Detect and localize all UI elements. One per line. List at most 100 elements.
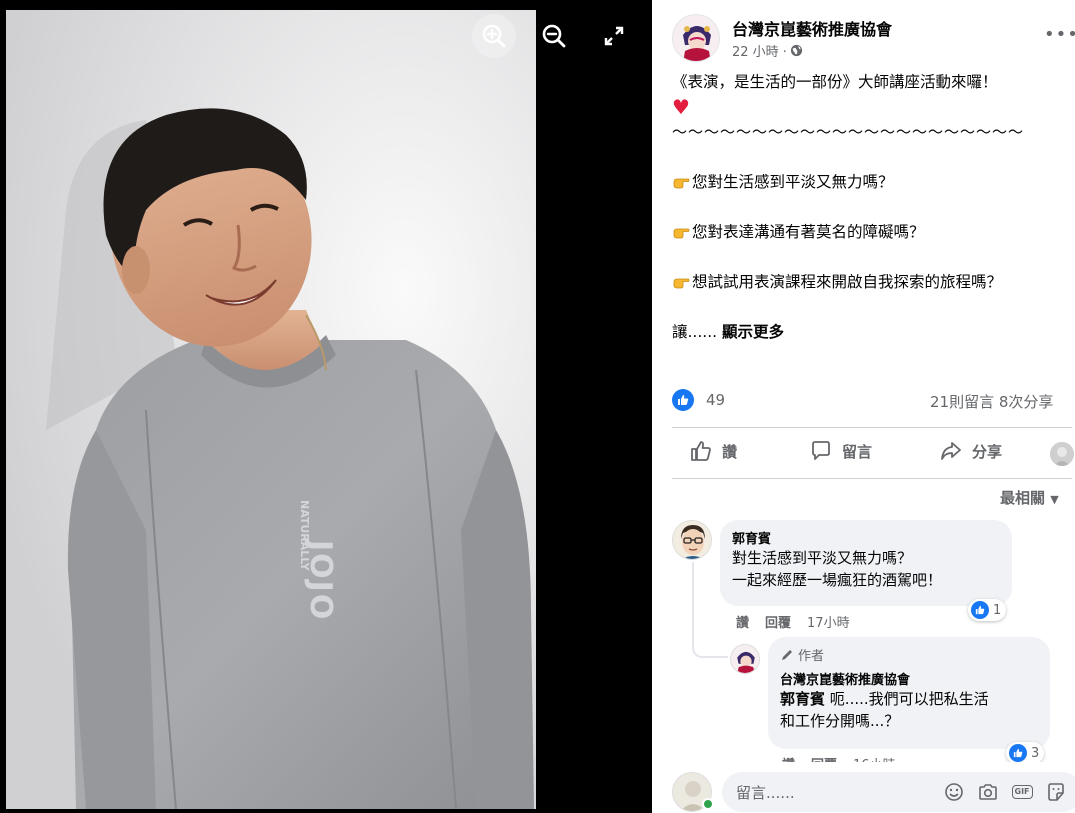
- post-title-line: 《表演，是生活的一部份》大師講座活動來囉！: [672, 73, 998, 91]
- pointing-hand-icon: [673, 278, 690, 289]
- comment-share-counts[interactable]: 21則留言 8次分享: [930, 391, 1053, 412]
- comment-line-2: 一起來經歷一場瘋狂的酒駕吧！: [732, 571, 943, 589]
- like-button[interactable]: 讚: [690, 440, 737, 462]
- comment-reactions[interactable]: 1: [968, 599, 1007, 621]
- reply-reply-link[interactable]: 回覆: [811, 754, 837, 762]
- composer-icons: GIF: [944, 782, 1066, 802]
- comment-actions: 讚 回覆 17小時: [736, 612, 850, 631]
- post-time[interactable]: 22 小時 ·: [732, 41, 787, 60]
- profile-avatar-image: [1050, 442, 1074, 466]
- reply-line-1: 郭育賓 呃.....我們可以把私生活: [780, 688, 1038, 710]
- question-text-3: 想試試用表演課程來開啟自我探索的旅程嗎？: [692, 273, 1003, 291]
- commenter-avatar[interactable]: [672, 520, 712, 560]
- tilde-divider: ～～～～～～～～～～～～～～～～～～～～～～: [672, 123, 1025, 141]
- like-reaction-icon: [971, 601, 989, 619]
- svg-text:JOJO: JOJO: [303, 538, 338, 621]
- reply-time[interactable]: 16小時: [853, 754, 896, 762]
- fullscreen-icon: [604, 26, 624, 46]
- truncated-line: 讓...... 顯示更多: [672, 320, 1072, 345]
- comment-time[interactable]: 17小時: [807, 612, 850, 631]
- reply-reaction-count: 3: [1031, 745, 1040, 761]
- thumbs-up-outline-icon: [691, 441, 711, 461]
- comment-bubble: 郭育賓 對生活感到平淡又無力嗎？ 一起來經歷一場瘋狂的酒駕吧！: [720, 520, 1012, 606]
- opera-avatar-image: [673, 15, 719, 61]
- comment-input-placeholder: 留言......: [736, 784, 795, 802]
- reply-author[interactable]: 台灣京崑藝術推廣協會: [780, 669, 1038, 688]
- page-name[interactable]: 台灣京崑藝術推廣協會: [732, 16, 892, 40]
- emoji-icon[interactable]: [944, 782, 964, 802]
- photo-viewer: NATURALLY JOJO: [0, 0, 652, 813]
- question-text-1: 您對生活感到平淡又無力嗎？: [692, 173, 894, 191]
- zoom-out-button[interactable]: [532, 14, 576, 58]
- comment-sort-dropdown[interactable]: 最相關 ▼: [1000, 487, 1059, 508]
- question-text-2: 您對表達溝通有著莫名的障礙嗎？: [692, 223, 925, 241]
- gif-label: GIF: [1011, 785, 1033, 799]
- comment-line-1: 對生活感到平淡又無力嗎？: [732, 549, 913, 567]
- post-header: 台灣京崑藝術推廣協會 22 小時 · •••: [672, 14, 1075, 62]
- globe-icon: [790, 44, 803, 57]
- pointing-hand-icon: [673, 178, 690, 189]
- author-badge-label: 作者: [798, 649, 825, 664]
- thumbs-up-icon: [678, 395, 689, 405]
- sticker-icon[interactable]: [1046, 782, 1066, 802]
- share-as-avatar[interactable]: [1050, 442, 1074, 466]
- page-avatar[interactable]: [672, 14, 720, 62]
- reply-author-avatar[interactable]: [730, 644, 760, 674]
- caret-down-icon: ▼: [1050, 493, 1059, 506]
- zoom-in-button[interactable]: [472, 14, 516, 58]
- thumbs-up-icon: [1013, 748, 1023, 758]
- photo-portrait: NATURALLY JOJO: [6, 10, 536, 809]
- sort-label: 最相關: [1000, 489, 1046, 507]
- post-actions: 讚 留言 分享: [672, 432, 1075, 476]
- heart-icon: ♥: [672, 95, 690, 119]
- like-count[interactable]: 49: [706, 391, 725, 409]
- comment-input[interactable]: 留言...... GIF: [722, 772, 1075, 812]
- like-reaction-icon: [1009, 744, 1027, 762]
- comment-bubble-icon: [812, 441, 830, 460]
- gif-icon[interactable]: GIF: [1011, 782, 1033, 802]
- reply-like-link[interactable]: 讚: [782, 754, 795, 762]
- author-badge: 作者: [780, 645, 1038, 664]
- comment-reply-link[interactable]: 回覆: [765, 612, 791, 631]
- opera-avatar-image: [731, 645, 759, 673]
- post-panel: 台灣京崑藝術推廣協會 22 小時 · ••• 《表演，是生活的一部份》大師講座活…: [652, 0, 1075, 813]
- reply-actions: 讚 回覆 16小時: [782, 754, 896, 762]
- comment-composer: 留言...... GIF: [672, 770, 1075, 813]
- zoom-in-icon: [482, 24, 506, 48]
- online-status-dot: [702, 798, 714, 810]
- question-line-2: 您對表達溝通有著莫名的障礙嗎？: [672, 220, 1072, 245]
- comment-like-link[interactable]: 讚: [736, 612, 749, 631]
- divider: [672, 427, 1072, 428]
- question-line-3: 想試試用表演課程來開啟自我探索的旅程嗎？: [672, 270, 1072, 295]
- pointing-hand-icon: [673, 228, 690, 239]
- post-meta: 22 小時 ·: [732, 41, 803, 60]
- like-reaction-icon[interactable]: [672, 389, 694, 411]
- camera-icon[interactable]: [978, 782, 998, 802]
- comment-button-label: 留言: [842, 442, 873, 461]
- reply-text-1: 呃.....我們可以把私生活: [829, 690, 989, 708]
- divider: [672, 478, 1072, 479]
- thread-connector: [692, 562, 728, 658]
- reply-bubble: 作者 台灣京崑藝術推廣協會 郭育賓 呃.....我們可以把私生活 和工作分開嗎.…: [768, 637, 1050, 749]
- question-line-1: 您對生活感到平淡又無力嗎？: [672, 170, 1072, 195]
- comment-reaction-count: 1: [993, 602, 1002, 618]
- reply-mention[interactable]: 郭育賓: [780, 690, 825, 708]
- thumbs-up-icon: [975, 605, 985, 615]
- zoom-out-icon: [542, 24, 566, 48]
- comment-button[interactable]: 留言: [810, 440, 872, 462]
- share-button[interactable]: 分享: [940, 440, 1002, 462]
- share-arrow-icon: [941, 442, 961, 460]
- more-options-icon[interactable]: •••: [1044, 24, 1075, 45]
- comment-author[interactable]: 郭育賓: [732, 528, 1000, 547]
- see-more-link[interactable]: 顯示更多: [722, 323, 784, 341]
- pencil-icon: [782, 649, 792, 660]
- post-text: 《表演，是生活的一部份》大師講座活動來囉！ ♥ ～～～～～～～～～～～～～～～～…: [672, 70, 1072, 345]
- post-photo[interactable]: NATURALLY JOJO: [6, 10, 536, 809]
- like-button-label: 讚: [722, 442, 738, 461]
- post-stats: 49 21則留言 8次分享: [672, 388, 1075, 416]
- reply-line-2: 和工作分開嗎...？: [780, 712, 900, 730]
- reply-reactions[interactable]: 3: [1006, 742, 1045, 764]
- share-button-label: 分享: [972, 442, 1003, 461]
- cartoon-avatar-image: [673, 521, 711, 559]
- fullscreen-button[interactable]: [592, 14, 636, 58]
